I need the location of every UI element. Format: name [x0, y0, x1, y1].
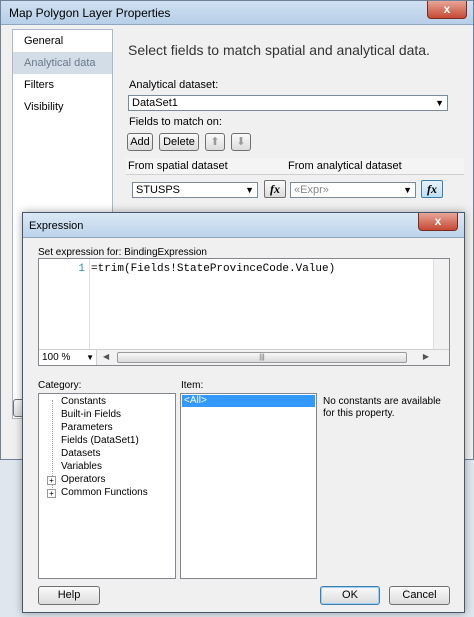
- page-heading: Select fields to match spatial and analy…: [128, 42, 430, 58]
- expand-plus-icon[interactable]: +: [47, 489, 56, 498]
- zoom-combo[interactable]: 100 % ▼: [39, 350, 97, 365]
- help-button[interactable]: Help: [38, 586, 100, 605]
- chevron-down-icon: ▼: [435, 98, 444, 108]
- analytical-dataset-label: Analytical dataset:: [129, 79, 219, 91]
- category-tree[interactable]: Constants Built-in Fields Parameters Fie…: [38, 393, 176, 579]
- analytical-expression-button[interactable]: fx: [421, 180, 443, 198]
- cancel-button[interactable]: Cancel: [389, 586, 450, 605]
- window-titlebar: Map Polygon Layer Properties x: [1, 1, 473, 25]
- description-text: No constants are available for this prop…: [323, 396, 441, 419]
- editor-bottom-bar: 100 % ▼ ◀ ||| ▶: [39, 349, 449, 365]
- add-button[interactable]: Add: [127, 133, 153, 151]
- move-down-button[interactable]: ⬇: [231, 133, 251, 151]
- category-constants[interactable]: Constants: [61, 396, 106, 407]
- analytical-field-value: «Expr»: [294, 184, 329, 196]
- match-fields-header: From spatial dataset From analytical dat…: [126, 158, 464, 175]
- editor-vertical-scrollbar[interactable]: [433, 259, 449, 349]
- window-title: Map Polygon Layer Properties: [9, 6, 171, 20]
- category-common-functions[interactable]: Common Functions: [61, 487, 148, 498]
- move-up-button[interactable]: ⬆: [205, 133, 225, 151]
- expression-dialog-close-button[interactable]: x: [418, 213, 458, 231]
- column-analytical-dataset: From analytical dataset: [288, 160, 402, 172]
- fields-to-match-label: Fields to match on:: [129, 116, 222, 128]
- delete-button[interactable]: Delete: [159, 133, 199, 151]
- arrow-up-icon: ⬆: [210, 136, 220, 148]
- fx-icon: fx: [427, 182, 437, 196]
- spatial-field-combo[interactable]: STUSPS ▼: [132, 182, 258, 198]
- line-number: 1: [78, 263, 85, 275]
- fx-icon: fx: [270, 182, 280, 196]
- item-all[interactable]: <All>: [182, 395, 315, 407]
- nav-item-analytical-data[interactable]: Analytical data: [13, 52, 112, 74]
- chevron-down-icon: ▼: [245, 185, 254, 195]
- spatial-field-value: STUSPS: [136, 184, 181, 196]
- analytical-dataset-value: DataSet1: [132, 97, 178, 109]
- description-panel: No constants are available for this prop…: [321, 393, 450, 579]
- editor-horizontal-scroll-thumb[interactable]: |||: [117, 352, 407, 363]
- category-parameters[interactable]: Parameters: [61, 422, 113, 433]
- grip-icon: |||: [259, 354, 265, 361]
- scroll-right-icon[interactable]: ▶: [423, 352, 429, 361]
- window-close-button[interactable]: x: [427, 1, 467, 19]
- analytical-field-combo[interactable]: «Expr» ▼: [290, 182, 416, 198]
- category-built-in-fields[interactable]: Built-in Fields: [61, 409, 121, 420]
- analytical-dataset-combo[interactable]: DataSet1 ▼: [128, 95, 448, 111]
- expression-code[interactable]: =trim(Fields!StateProvinceCode.Value): [91, 263, 335, 275]
- category-variables[interactable]: Variables: [61, 461, 102, 472]
- column-spatial-dataset: From spatial dataset: [128, 160, 228, 172]
- zoom-value: 100 %: [42, 352, 71, 363]
- category-fields[interactable]: Fields (DataSet1): [61, 435, 139, 446]
- nav-item-general[interactable]: General: [13, 30, 112, 52]
- editor-gutter-divider: [89, 259, 90, 349]
- nav-item-visibility[interactable]: Visibility: [13, 96, 112, 118]
- ok-button[interactable]: OK: [320, 586, 380, 605]
- expression-dialog-titlebar: Expression x: [23, 213, 464, 238]
- arrow-down-icon: ⬇: [236, 136, 246, 148]
- category-datasets[interactable]: Datasets: [61, 448, 100, 459]
- chevron-down-icon: ▼: [86, 353, 94, 362]
- set-expression-label: Set expression for: BindingExpression: [38, 247, 207, 258]
- item-list[interactable]: <All>: [180, 393, 317, 579]
- expression-editor[interactable]: 1 =trim(Fields!StateProvinceCode.Value) …: [38, 258, 450, 366]
- expression-dialog-title: Expression: [29, 220, 84, 232]
- category-label: Category:: [38, 380, 82, 391]
- chevron-down-icon: ▼: [403, 185, 412, 195]
- item-label: Item:: [181, 380, 204, 391]
- nav-item-filters[interactable]: Filters: [13, 74, 112, 96]
- spatial-expression-button[interactable]: fx: [264, 180, 286, 198]
- expand-plus-icon[interactable]: +: [47, 476, 56, 485]
- category-operators[interactable]: Operators: [61, 474, 105, 485]
- scroll-left-icon[interactable]: ◀: [103, 352, 109, 361]
- expression-dialog: Expression x Set expression for: Binding…: [22, 212, 465, 613]
